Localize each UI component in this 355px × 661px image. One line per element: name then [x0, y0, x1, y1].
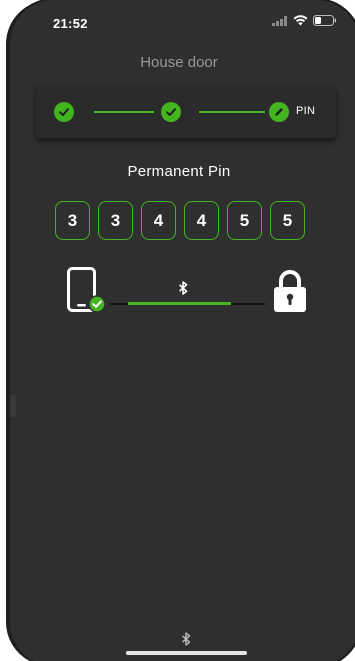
status-bar: 21:52 [10, 0, 355, 40]
smartphone-icon [67, 267, 106, 313]
phone-screen: 21:52 House door PIN Permanent Pin 3 3 4… [10, 0, 355, 661]
step-3-active [269, 102, 289, 122]
screen: 21:52 House door PIN Permanent Pin 3 3 4… [0, 0, 355, 661]
status-time: 21:52 [53, 16, 88, 31]
pin-digits: 3 3 4 4 5 5 [55, 201, 305, 240]
bluetooth-icon [178, 281, 188, 295]
pin-digit-6: 5 [270, 201, 305, 240]
pin-type-heading: Permanent Pin [127, 163, 231, 180]
step-connector [199, 111, 265, 113]
cellular-signal-icon [272, 15, 287, 26]
check-icon [166, 108, 176, 116]
pin-digit-1: 3 [55, 201, 90, 240]
step-1-complete [54, 102, 74, 122]
pin-digit-4: 4 [184, 201, 219, 240]
battery-icon [313, 15, 336, 26]
wifi-icon [293, 15, 308, 26]
bluetooth-icon [182, 632, 191, 646]
pin-digit-5: 5 [227, 201, 262, 240]
progress-stepper: PIN [36, 86, 336, 138]
bluetooth-connection-status [10, 265, 355, 325]
home-indicator[interactable] [126, 651, 247, 655]
verified-check-icon [88, 295, 106, 313]
check-icon [59, 108, 69, 116]
step-connector [94, 111, 154, 113]
padlock-icon [274, 270, 306, 312]
step-3-label: PIN [296, 105, 316, 117]
pin-digit-2: 3 [98, 201, 133, 240]
step-2-complete [161, 102, 181, 122]
pin-digit-3: 4 [141, 201, 176, 240]
page-title: House door [140, 54, 218, 71]
connection-progress-bar [128, 302, 231, 305]
status-icons [272, 15, 337, 26]
pencil-icon [275, 108, 283, 116]
